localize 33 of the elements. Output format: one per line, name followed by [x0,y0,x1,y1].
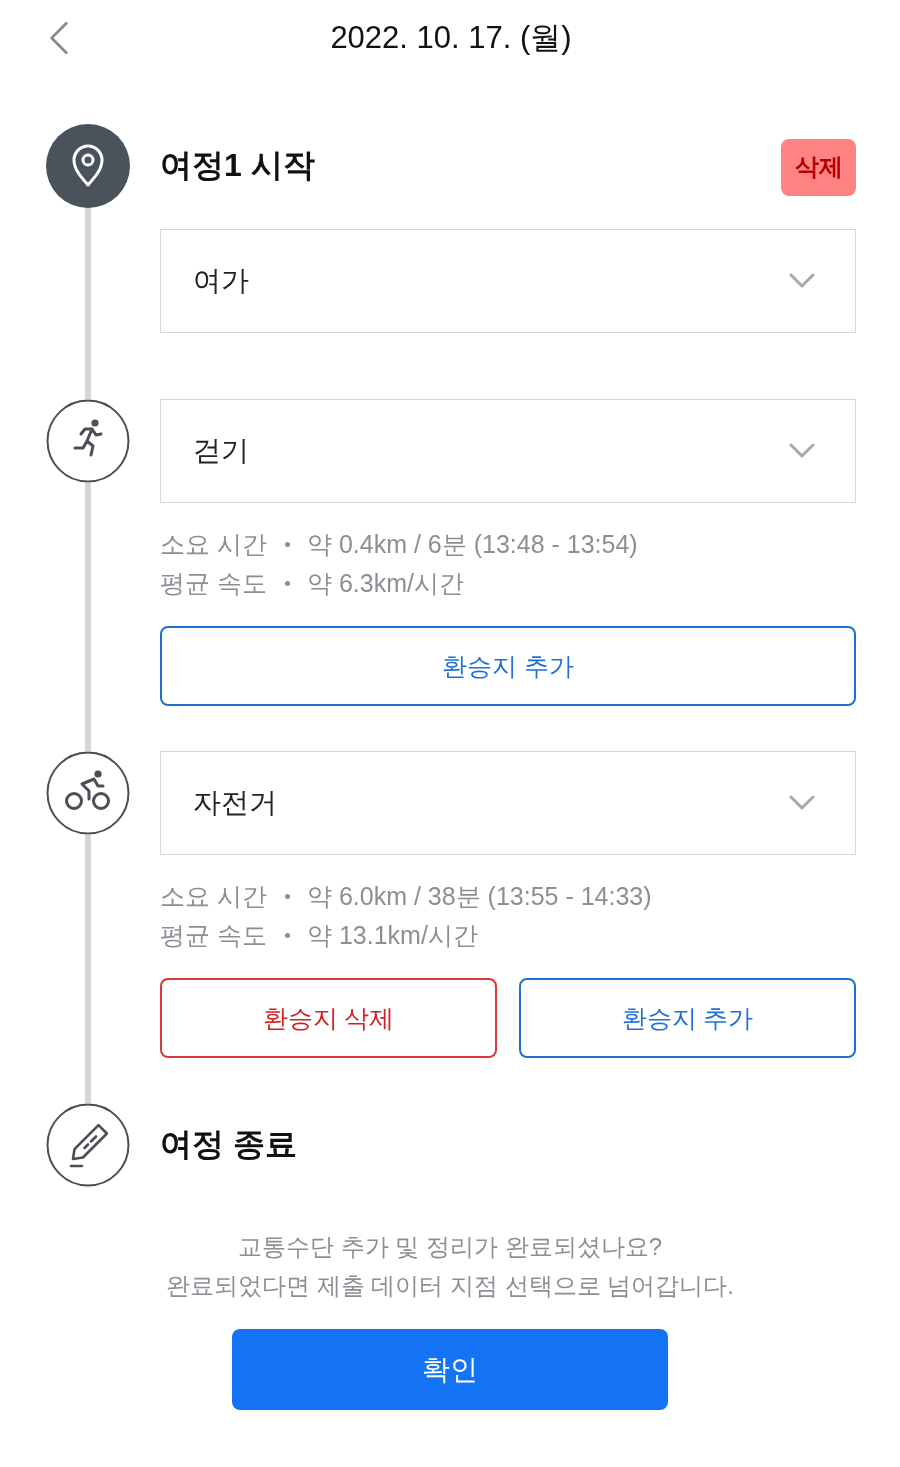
add-transfer-button[interactable]: 환승지 추가 [160,626,856,706]
detail-value: 약 6.0km / 38분 (13:55 - 14:33) [306,881,652,912]
date-title: 2022. 10. 17. (월) [330,19,572,57]
add-transfer-button[interactable]: 환승지 추가 [519,978,856,1058]
delete-transfer-button[interactable]: 환승지 삭제 [160,978,497,1058]
chevron-down-icon [789,273,815,289]
detail-label: 소요 시간 [160,881,267,912]
bullet-icon [284,581,290,586]
transport-dropdown[interactable]: 자전거 [160,751,856,855]
notice-text: 완료되었다면 제출 데이터 지점 선택으로 넘어갑니다. [165,1271,735,1301]
chevron-left-icon[interactable] [48,20,70,56]
chevron-down-icon [789,443,815,459]
bullet-icon [284,542,290,547]
detail-value: 약 13.1km/시간 [306,920,478,951]
confirm-button[interactable]: 확인 [232,1329,668,1410]
detail-value: 약 0.4km / 6분 (13:48 - 13:54) [306,529,638,560]
transport-dropdown[interactable]: 걷기 [160,399,856,503]
step-title: 여정 종료 [160,1125,297,1164]
running-person-icon [46,399,130,483]
step-title: 여정1 시작 [160,146,315,185]
cyclist-icon [46,751,130,835]
detail-label: 소요 시간 [160,529,267,560]
detail-label: 평균 속도 [160,568,267,599]
bullet-icon [284,933,290,938]
notice-text: 교통수단 추가 및 정리가 완료되셨나요? [237,1232,663,1262]
detail-label: 평균 속도 [160,920,267,951]
purpose-dropdown[interactable]: 여가 [160,229,856,333]
delete-button[interactable]: 삭제 [781,138,856,196]
chevron-down-icon [789,795,815,811]
bullet-icon [284,894,290,899]
detail-value: 약 6.3km/시간 [306,568,464,599]
location-pin-icon [46,124,130,208]
pencil-icon [46,1103,130,1187]
